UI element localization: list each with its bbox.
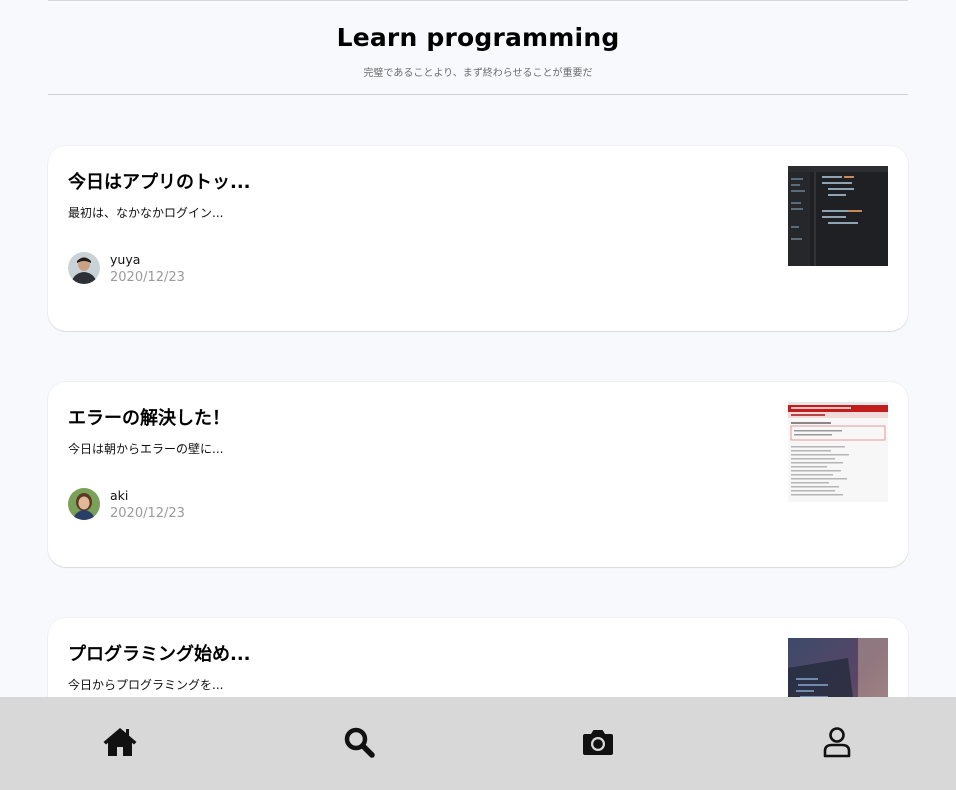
post-date: 2020/12/23 [110,506,185,521]
search-icon [343,726,375,762]
nav-search-button[interactable] [329,714,389,774]
avatar[interactable] [68,252,100,284]
home-icon [102,726,138,762]
site-header: Learn programming 完璧であることより、まず終わらせることが重要… [48,0,908,95]
camera-icon [582,728,614,760]
avatar[interactable] [68,488,100,520]
page: Learn programming 完璧であることより、まず終わらせることが重要… [0,0,956,790]
post-card[interactable]: エラーの解決した！ 今日は朝からエラーの壁に... aki 2020/12/23 [48,382,908,567]
bottom-nav [0,697,956,790]
post-author[interactable]: aki [110,488,128,503]
post-date: 2020/12/23 [110,270,185,285]
post-title[interactable]: 今日はアプリのトッ... [68,168,251,194]
nav-camera-button[interactable] [568,714,628,774]
post-author[interactable]: yuya [110,252,140,267]
site-title[interactable]: Learn programming [48,1,908,52]
post-title[interactable]: プログラミング始め... [68,640,251,666]
post-title[interactable]: エラーの解決した！ [68,404,230,430]
post-card[interactable]: 今日はアプリのトッ... 最初は、なかなかログイン... yuya 2020/1… [48,146,908,331]
site-subtitle: 完璧であることより、まず終わらせることが重要だ [363,68,593,79]
nav-profile-button[interactable] [807,714,867,774]
post-excerpt: 最初は、なかなかログイン... [68,206,224,220]
post-excerpt: 今日からプログラミングを... [68,678,224,692]
post-thumbnail[interactable] [788,402,888,502]
post-thumbnail[interactable] [788,166,888,266]
nav-home-button[interactable] [90,714,150,774]
post-excerpt: 今日は朝からエラーの壁に... [68,442,224,456]
user-icon [822,726,852,762]
